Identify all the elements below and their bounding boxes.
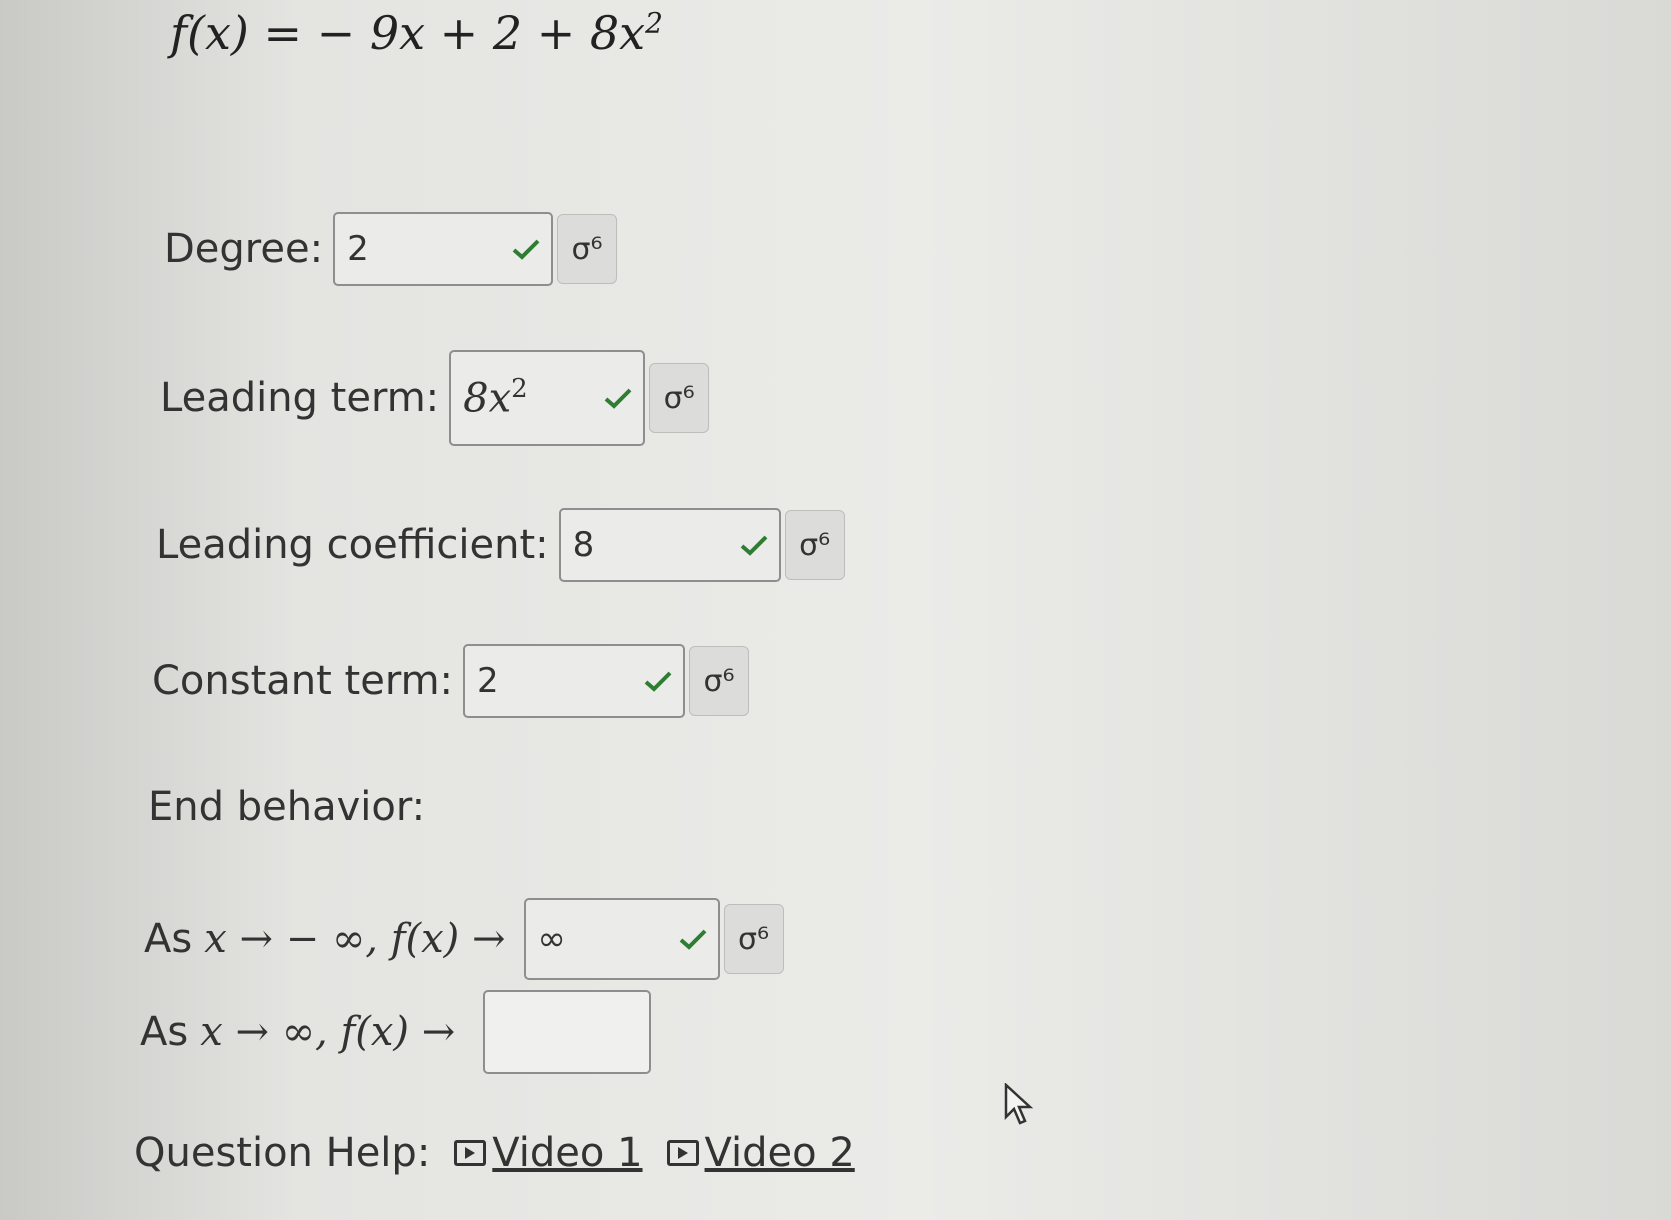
constant-term-input[interactable]: 2 bbox=[463, 644, 686, 718]
leading-term-value: 8x2 bbox=[463, 374, 528, 421]
video-1-label: Video 1 bbox=[492, 1130, 643, 1176]
leading-term-row: Leading term: 8x2 σ⁶ bbox=[160, 350, 710, 446]
preview-formula-icon: σ⁶ bbox=[703, 663, 735, 699]
end-behavior-prefix: As bbox=[144, 916, 193, 962]
constant-term-row: Constant term: 2 σ⁶ bbox=[152, 644, 750, 718]
equation-lhs: f(x) = bbox=[170, 6, 303, 60]
leading-coefficient-preview-button[interactable]: σ⁶ bbox=[784, 510, 845, 580]
degree-label: Degree: bbox=[164, 226, 324, 272]
check-icon bbox=[604, 388, 632, 409]
end-behavior-negative-value: ∞ bbox=[537, 919, 566, 959]
video-icon bbox=[666, 1140, 699, 1166]
check-icon bbox=[512, 239, 540, 260]
constant-term-label: Constant term: bbox=[152, 658, 454, 704]
end-behavior-prefix: As bbox=[140, 1009, 189, 1055]
leading-term-base: 8x bbox=[463, 375, 512, 422]
check-icon bbox=[644, 671, 672, 692]
end-behavior-condition-negative: x → − ∞, f(x) → bbox=[204, 916, 506, 962]
preview-formula-icon: σ⁶ bbox=[799, 527, 831, 563]
check-icon bbox=[679, 929, 706, 950]
degree-row: Degree: 2 σ⁶ bbox=[164, 212, 618, 286]
constant-term-value: 2 bbox=[477, 661, 499, 701]
preview-formula-icon: σ⁶ bbox=[737, 921, 770, 957]
preview-formula-icon: σ⁶ bbox=[663, 380, 695, 416]
video-1-link[interactable]: Video 1 bbox=[454, 1130, 643, 1176]
leading-term-label: Leading term: bbox=[160, 375, 440, 421]
check-icon bbox=[740, 535, 768, 556]
equation-rhs: − 9x + 2 + 8x bbox=[316, 6, 646, 60]
question-help-label: Question Help: bbox=[134, 1130, 431, 1176]
end-behavior-heading: End behavior: bbox=[148, 784, 426, 830]
constant-term-preview-button[interactable]: σ⁶ bbox=[689, 646, 750, 716]
preview-formula-icon: σ⁶ bbox=[571, 231, 603, 267]
leading-coefficient-row: Leading coefficient: 8 σ⁶ bbox=[156, 508, 845, 582]
question-help: Question Help: Video 1 Video 2 bbox=[134, 1130, 855, 1176]
leading-coefficient-value: 8 bbox=[572, 525, 595, 565]
equation-exponent: 2 bbox=[645, 6, 663, 40]
end-behavior-row-positive: As x → ∞, f(x) → bbox=[140, 990, 652, 1074]
function-equation: f(x) = − 9x + 2 + 8x2 bbox=[170, 6, 663, 60]
degree-preview-button[interactable]: σ⁶ bbox=[557, 214, 618, 284]
end-behavior-negative-input[interactable]: ∞ bbox=[523, 898, 720, 980]
end-behavior-positive-input[interactable] bbox=[483, 990, 652, 1074]
end-behavior-row-negative: As x → − ∞, f(x) → ∞ σ⁶ bbox=[144, 898, 784, 980]
end-behavior-condition-positive: x → ∞, f(x) → bbox=[200, 1009, 456, 1055]
leading-coefficient-input[interactable]: 8 bbox=[558, 508, 781, 582]
degree-input[interactable]: 2 bbox=[333, 212, 554, 286]
degree-value: 2 bbox=[347, 229, 369, 269]
mouse-pointer-icon bbox=[1004, 1083, 1034, 1125]
end-behavior-heading-row: End behavior: bbox=[148, 784, 425, 830]
end-behavior-negative-preview-button[interactable]: σ⁶ bbox=[723, 904, 784, 974]
leading-coefficient-label: Leading coefficient: bbox=[156, 522, 549, 568]
leading-term-exponent: 2 bbox=[511, 374, 528, 405]
leading-term-preview-button[interactable]: σ⁶ bbox=[649, 363, 710, 433]
video-2-label: Video 2 bbox=[704, 1130, 855, 1176]
video-icon bbox=[454, 1140, 487, 1166]
leading-term-input[interactable]: 8x2 bbox=[449, 350, 646, 446]
video-2-link[interactable]: Video 2 bbox=[666, 1130, 855, 1176]
